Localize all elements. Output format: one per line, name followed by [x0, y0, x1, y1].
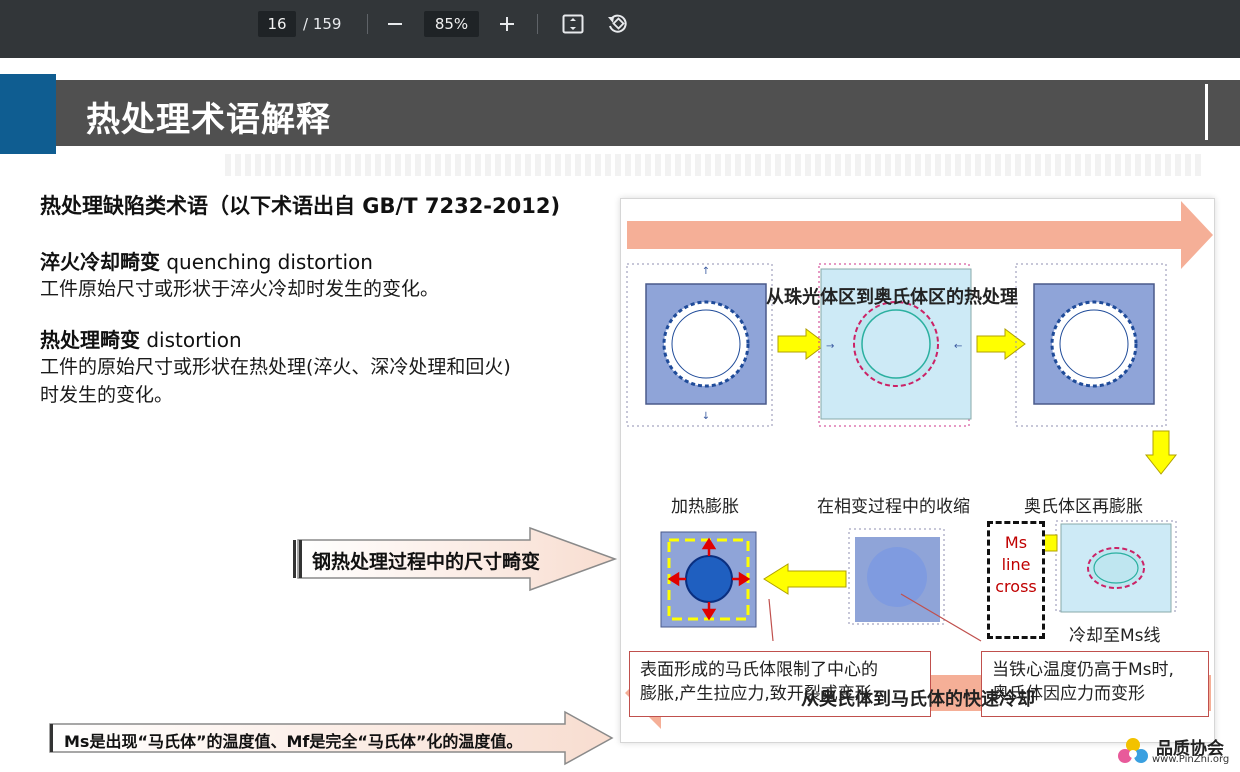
callout-arrow-bottom: Ms是出现“马氏体”的温度值、Mf是完全“马氏体”化的温度值。: [40, 708, 615, 768]
toolbar-divider: [537, 14, 538, 34]
pdf-toolbar: 16 / 159 85%: [0, 0, 1240, 58]
svg-text:←: ←: [954, 341, 962, 352]
callout-bottom-text: Ms是出现“马氏体”的温度值、Mf是完全“马氏体”化的温度值。: [64, 732, 523, 751]
term-heading: 热处理畸变 distortion: [40, 324, 242, 353]
term-name-en: quenching distortion: [166, 250, 373, 274]
term-name-en: distortion: [146, 328, 242, 352]
note-line: 当铁心温度仍高于Ms时,: [992, 660, 1174, 680]
brand-logo: 品质协会 www.PinZhi.org: [1116, 734, 1240, 772]
ms-line-cross-box: Ms line cross: [987, 521, 1045, 639]
toolbar-divider: [367, 14, 368, 34]
term-definition-line: 工件原始尺寸或形状于淬火冷却时发生的变化。: [40, 278, 440, 300]
fit-page-icon: [562, 14, 584, 34]
minus-icon: [388, 23, 402, 25]
slide-title: 热处理术语解释: [86, 100, 331, 140]
stage-label: 在相变过程中的收缩: [817, 497, 970, 517]
zoom-out-button[interactable]: [380, 10, 410, 38]
brand-url: www.PinZhi.org: [1152, 754, 1230, 765]
brand-flower-icon: [1118, 738, 1148, 763]
page-total: / 159: [303, 15, 342, 33]
cool-to-ms-label: 冷却至Ms线: [1069, 626, 1161, 646]
title-bar-marker: [1205, 84, 1208, 140]
ms-box-line: cross: [995, 577, 1037, 596]
callout-main-text: 钢热处理过程中的尺寸畸变: [312, 551, 541, 573]
svg-text:↓: ↓: [702, 411, 710, 422]
distortion-diagram: ↑ ↓ → ← 从珠光体区到奥氏体区的热处理 加热膨胀 在相变过程中的收缩 奥氏…: [620, 198, 1215, 743]
rotate-icon: [608, 14, 627, 33]
stage-label: 奥氏体区再膨胀: [1024, 497, 1143, 517]
svg-text:→: →: [826, 341, 834, 352]
plus-icon: [500, 17, 514, 31]
ms-box-line: line: [1001, 555, 1031, 574]
term-definition-line: 工件的原始尺寸或形状在热处理(淬火、深冷处理和回火): [40, 356, 511, 378]
decorative-stripes: [225, 154, 1205, 176]
ms-box-line: Ms: [1004, 533, 1028, 552]
bottom-arrow-label: 从奥氏体到马氏体的快速冷却: [801, 689, 1035, 710]
title-accent-block: [0, 74, 56, 154]
note-line: 表面形成的马氏体限制了中心的: [640, 660, 878, 680]
term-name-cn: 热处理畸变: [40, 328, 140, 352]
callout-arrow-main: 钢热处理过程中的尺寸畸变: [290, 526, 620, 592]
fit-page-button[interactable]: [558, 10, 588, 38]
top-arrow-label: 从珠光体区到奥氏体区的热处理: [766, 287, 1018, 308]
page-number-input[interactable]: 16: [258, 11, 296, 37]
zoom-in-button[interactable]: [492, 10, 522, 38]
top-process-arrow: [627, 201, 1213, 269]
term-definition-line: 时发生的变化。: [40, 384, 174, 406]
section-heading: 热处理缺陷类术语（以下术语出自 GB/T 7232-2012): [40, 194, 561, 218]
zoom-level-input[interactable]: 85%: [424, 11, 479, 37]
pdf-page: 热处理术语解释 热处理缺陷类术语（以下术语出自 GB/T 7232-2012) …: [0, 58, 1240, 772]
svg-text:↑: ↑: [702, 266, 710, 277]
title-band: 热处理术语解释: [0, 74, 1240, 154]
term-heading: 淬火冷却畸变 quenching distortion: [40, 246, 373, 275]
stage-label: 加热膨胀: [671, 497, 739, 517]
rotate-button[interactable]: [603, 10, 633, 38]
term-name-cn: 淬火冷却畸变: [40, 250, 160, 274]
